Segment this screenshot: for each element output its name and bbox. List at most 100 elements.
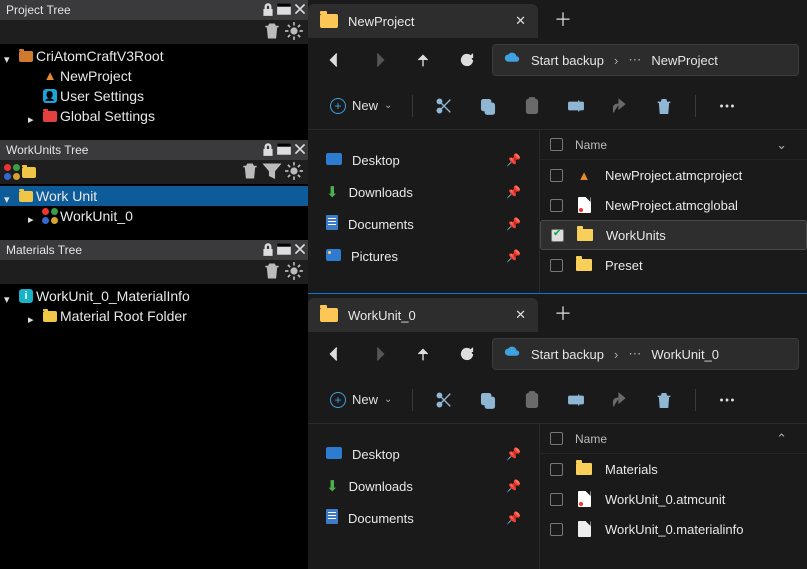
expand-arrow-icon[interactable] [28, 110, 40, 122]
column-header[interactable]: Name ⌃ [540, 424, 807, 454]
cut-icon[interactable] [423, 88, 465, 124]
paste-icon[interactable] [511, 382, 553, 418]
tab-close-icon[interactable]: ✕ [515, 307, 526, 323]
tree-row[interactable]: CriAtomCraftV3Root [0, 46, 308, 66]
address-bar[interactable]: Start backup › ⋯ WorkUnit_0 [492, 338, 799, 370]
nav-item[interactable]: ⬇ Downloads 📌 [308, 176, 539, 208]
pin-icon[interactable]: 📌 [506, 479, 521, 493]
lock-icon[interactable] [260, 1, 276, 20]
pin-icon[interactable]: 📌 [506, 511, 521, 525]
copy-icon[interactable] [467, 382, 509, 418]
gear-icon[interactable] [284, 261, 304, 284]
forward-button[interactable] [360, 336, 398, 372]
more-icon[interactable] [706, 382, 748, 418]
trash-icon[interactable] [240, 161, 260, 184]
expand-arrow-icon[interactable] [28, 310, 40, 322]
rename-icon[interactable] [555, 88, 597, 124]
nav-item[interactable]: Documents 📌 [308, 502, 539, 534]
column-header[interactable]: Name ⌄ [540, 130, 807, 160]
gear-icon[interactable] [284, 161, 304, 184]
workunits-view-icon[interactable] [4, 164, 20, 180]
back-button[interactable] [316, 42, 354, 78]
ellipsis-icon[interactable]: ⋯ [628, 346, 641, 362]
share-icon[interactable] [599, 382, 641, 418]
file-checkbox[interactable] [551, 229, 564, 242]
expand-arrow-icon[interactable] [28, 210, 40, 222]
new-button[interactable]: + New ⌄ [320, 94, 402, 118]
nav-item[interactable]: Desktop 📌 [308, 144, 539, 176]
file-checkbox[interactable] [550, 523, 563, 536]
new-tab-button[interactable]: ＋ [538, 300, 588, 326]
nav-item[interactable]: ⬇ Downloads 📌 [308, 470, 539, 502]
paste-icon[interactable] [511, 88, 553, 124]
expand-arrow-icon[interactable] [4, 50, 16, 62]
back-button[interactable] [316, 336, 354, 372]
select-all-checkbox[interactable] [550, 138, 563, 151]
pin-icon[interactable]: 📌 [506, 217, 521, 231]
tree-row[interactable]: Material Root Folder [0, 306, 308, 326]
rename-icon[interactable] [555, 382, 597, 418]
close-icon[interactable] [292, 241, 308, 260]
address-bar[interactable]: Start backup › ⋯ NewProject [492, 44, 799, 76]
file-checkbox[interactable] [550, 259, 563, 272]
file-row[interactable]: NewProject.atmcglobal [540, 190, 807, 220]
up-button[interactable] [404, 42, 442, 78]
breadcrumb-action[interactable]: Start backup [531, 347, 604, 362]
breadcrumb-tail[interactable]: WorkUnit_0 [651, 347, 719, 362]
file-row[interactable]: ▲ NewProject.atmcproject [540, 160, 807, 190]
gear-icon[interactable] [284, 21, 304, 44]
tab-close-icon[interactable]: ✕ [515, 13, 526, 29]
breadcrumb-action[interactable]: Start backup [531, 53, 604, 68]
window-icon[interactable] [276, 241, 292, 260]
refresh-button[interactable] [448, 42, 486, 78]
file-checkbox[interactable] [550, 169, 563, 182]
copy-icon[interactable] [467, 88, 509, 124]
expand-arrow-icon[interactable] [4, 290, 16, 302]
close-icon[interactable] [292, 141, 308, 160]
delete-icon[interactable] [643, 382, 685, 418]
nav-item[interactable]: Desktop 📌 [308, 438, 539, 470]
tree-row[interactable]: WorkUnit_0 [0, 206, 308, 226]
expand-arrow-icon[interactable] [4, 190, 16, 202]
file-row[interactable]: WorkUnit_0.atmcunit [540, 484, 807, 514]
file-checkbox[interactable] [550, 463, 563, 476]
delete-icon[interactable] [643, 88, 685, 124]
refresh-button[interactable] [448, 336, 486, 372]
name-column-label[interactable]: Name [575, 138, 764, 152]
pin-icon[interactable]: 📌 [506, 153, 521, 167]
file-checkbox[interactable] [550, 199, 563, 212]
share-icon[interactable] [599, 88, 641, 124]
new-button[interactable]: + New ⌄ [320, 388, 402, 412]
breadcrumb-tail[interactable]: NewProject [651, 53, 717, 68]
pin-icon[interactable]: 📌 [506, 249, 521, 263]
tree-row[interactable]: User Settings [0, 86, 308, 106]
nav-item[interactable]: Documents 📌 [308, 208, 539, 240]
window-icon[interactable] [276, 141, 292, 160]
select-all-checkbox[interactable] [550, 432, 563, 445]
up-button[interactable] [404, 336, 442, 372]
tree-row[interactable]: Global Settings [0, 106, 308, 126]
file-row[interactable]: WorkUnit_0.materialinfo [540, 514, 807, 544]
pin-icon[interactable]: 📌 [506, 447, 521, 461]
more-icon[interactable] [706, 88, 748, 124]
file-row[interactable]: Materials [540, 454, 807, 484]
lock-icon[interactable] [260, 141, 276, 160]
tree-row[interactable]: i WorkUnit_0_MaterialInfo [0, 286, 308, 306]
trash-icon[interactable] [262, 261, 282, 284]
nav-item[interactable]: Pictures 📌 [308, 240, 539, 272]
pin-icon[interactable]: 📌 [506, 185, 521, 199]
tree-row[interactable]: Work Unit [0, 186, 308, 206]
name-column-label[interactable]: Name [575, 432, 764, 446]
file-row[interactable]: WorkUnits [540, 220, 807, 250]
forward-button[interactable] [360, 42, 398, 78]
folder-icon[interactable] [22, 167, 36, 178]
new-tab-button[interactable]: ＋ [538, 6, 588, 32]
window-icon[interactable] [276, 1, 292, 20]
tab[interactable]: NewProject ✕ [308, 4, 538, 38]
cut-icon[interactable] [423, 382, 465, 418]
tab[interactable]: WorkUnit_0 ✕ [308, 298, 538, 332]
filter-icon[interactable] [262, 161, 282, 184]
tree-row[interactable]: ▲ NewProject [0, 66, 308, 86]
trash-icon[interactable] [262, 21, 282, 44]
file-row[interactable]: Preset [540, 250, 807, 280]
